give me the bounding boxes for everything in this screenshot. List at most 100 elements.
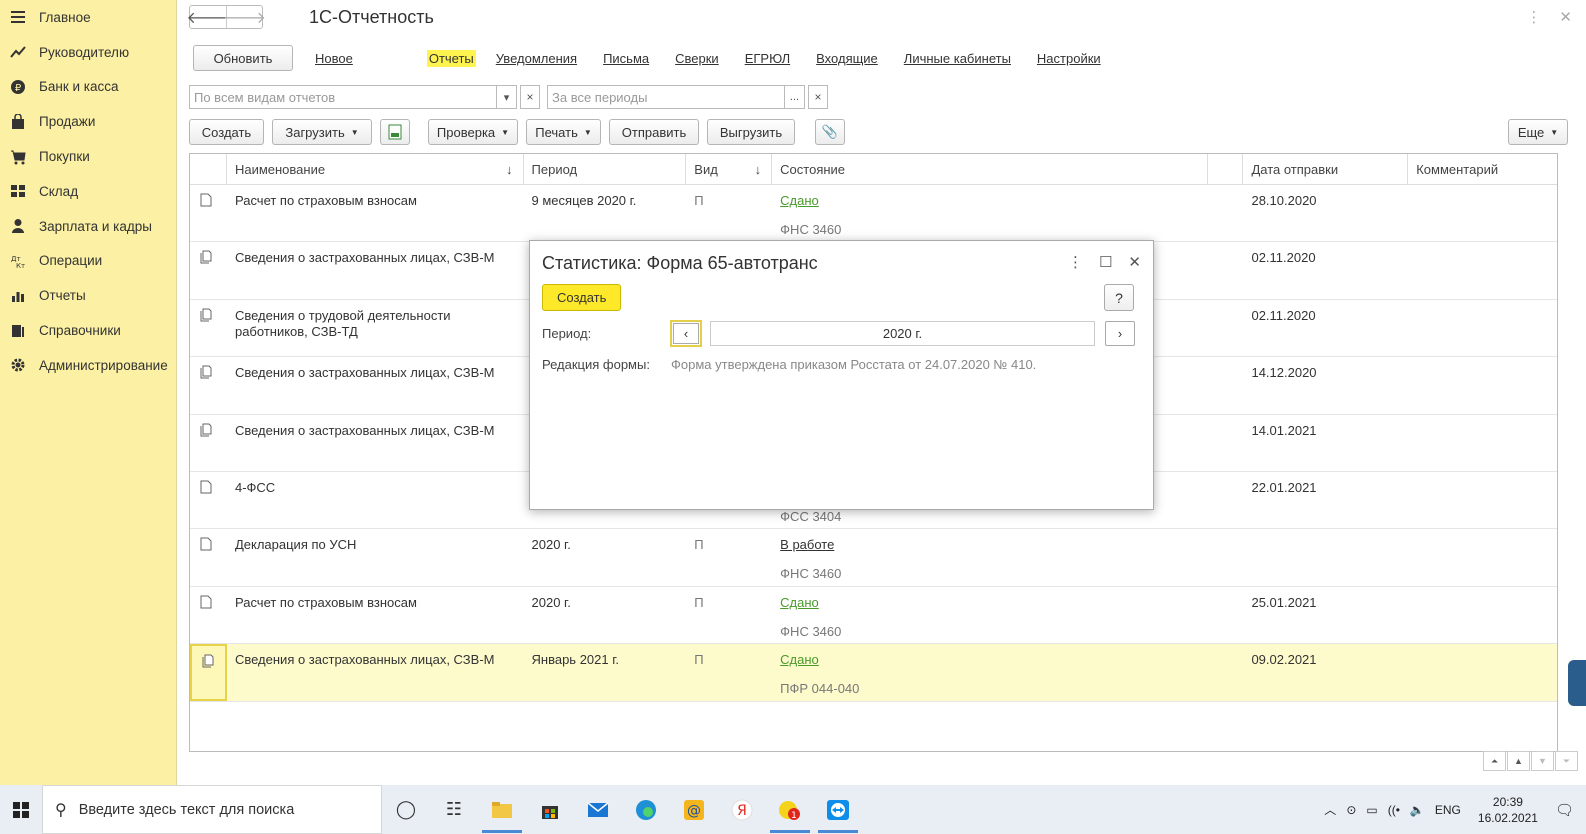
mail-icon[interactable] (574, 785, 622, 834)
chevron-right-icon[interactable]: › (1105, 321, 1135, 346)
status-link[interactable]: Сдано (780, 193, 819, 208)
clock[interactable]: 20:39 16.02.2021 (1478, 794, 1538, 826)
table-row-selected[interactable]: Сведения о застрахованных лицах, СЗВ-М Я… (190, 644, 1557, 702)
period-field[interactable]: 2020 г. (710, 321, 1095, 346)
search-icon: ⚲ (55, 801, 67, 819)
table-row[interactable]: Декларация по УСН 2020 г. П В работе ФНС … (190, 529, 1557, 587)
sidebar-item-references[interactable]: Справочники (0, 313, 176, 348)
header-comment[interactable]: Комментарий (1408, 154, 1557, 184)
sidebar-item-label: Операции (39, 253, 103, 269)
period-filter[interactable]: За все периоды (547, 85, 785, 109)
header-type[interactable]: Вид ↓ (686, 154, 773, 184)
more-vertical-icon[interactable]: ⋮ (1526, 8, 1541, 26)
chevron-up-icon[interactable]: ︿ (1324, 801, 1336, 818)
tab-reconciliations[interactable]: Сверки (673, 50, 721, 67)
sidebar-item-purchases[interactable]: Покупки (0, 139, 176, 174)
close-icon[interactable]: ✕ (1559, 8, 1572, 26)
maximize-icon[interactable]: ☐ (1099, 253, 1112, 271)
sidebar-item-bank[interactable]: ₽ Банк и касса (0, 70, 176, 105)
tab-settings[interactable]: Настройки (1035, 50, 1103, 67)
paperclip-icon[interactable]: 📎 (815, 119, 845, 145)
webcam-icon[interactable]: ⊙ (1346, 803, 1356, 817)
edge-browser-icon[interactable] (622, 785, 670, 834)
header-name[interactable]: Наименование ↓ (227, 154, 524, 184)
notification-icon[interactable]: 🗨 (1555, 801, 1574, 819)
mail-at-icon[interactable]: @ (670, 785, 718, 834)
sidebar-item-warehouse[interactable]: Склад (0, 174, 176, 209)
more-button[interactable]: Еще ▼ (1508, 119, 1568, 145)
create-button[interactable]: Создать (189, 119, 264, 145)
tab-new[interactable]: Новое (313, 50, 355, 67)
1c-app-icon[interactable]: 1 (766, 785, 814, 834)
status-link[interactable]: Сдано (780, 595, 819, 610)
forward-arrow-icon[interactable]: 🡒 (223, 6, 266, 28)
sidebar-item-admin[interactable]: Администрирование (0, 348, 176, 383)
check-button[interactable]: Проверка ▼ (428, 119, 518, 145)
tab-egrul[interactable]: ЕГРЮЛ (743, 50, 792, 67)
row-date (1243, 529, 1408, 585)
file-explorer-icon[interactable] (478, 785, 526, 834)
scroll-down-icon[interactable]: ▼ (1531, 751, 1554, 771)
scroll-bottom-icon[interactable]: ⏷ (1555, 751, 1578, 771)
more-vertical-icon[interactable]: ⋮ (1068, 253, 1083, 271)
clear-report-type-button[interactable]: × (520, 85, 540, 109)
taskbar-search[interactable]: ⚲ Введите здесь текст для поиска (42, 785, 382, 834)
wifi-icon[interactable]: ((• (1388, 803, 1400, 817)
scroll-top-icon[interactable]: ⏶ (1483, 751, 1506, 771)
header-status[interactable]: Состояние (772, 154, 1208, 184)
yandex-browser-icon[interactable]: Я (718, 785, 766, 834)
period-select-button[interactable]: ... (785, 85, 805, 109)
report-type-filter[interactable]: По всем видам отчетов (189, 85, 497, 109)
teamviewer-icon[interactable] (814, 785, 862, 834)
tab-letters[interactable]: Письма (601, 50, 651, 67)
excel-icon[interactable] (380, 119, 410, 145)
clear-period-button[interactable]: × (808, 85, 828, 109)
print-button[interactable]: Печать ▼ (526, 119, 601, 145)
tab-reports[interactable]: Отчеты (426, 49, 476, 67)
sidebar-item-label: Администрирование (39, 357, 168, 373)
sidebar-item-operations[interactable]: Дт Кт Операции (0, 244, 176, 279)
header-period[interactable]: Период (524, 154, 687, 184)
row-empty (1208, 357, 1244, 413)
dialog-create-button[interactable]: Создать (542, 284, 622, 311)
tab-incoming[interactable]: Входящие (814, 50, 880, 67)
sidebar-item-manager[interactable]: Руководителю (0, 35, 176, 70)
document-stack-icon (190, 357, 227, 413)
side-panel-tab[interactable] (1568, 660, 1586, 706)
tab-personal-accounts[interactable]: Личные кабинеты (902, 50, 1013, 67)
send-button[interactable]: Отправить (609, 119, 699, 145)
table-row[interactable]: Расчет по страховым взносам 2020 г. П Сд… (190, 587, 1557, 645)
table-header: Наименование ↓ Период Вид ↓ Состояние Дата… (190, 154, 1557, 185)
help-button[interactable]: ? (1104, 284, 1134, 311)
store-icon[interactable] (526, 785, 574, 834)
row-empty (1208, 587, 1244, 643)
edition-value: Форма утверждена приказом Росстата от 24… (671, 357, 1037, 372)
widgets-icon[interactable]: ☷ (430, 785, 478, 834)
header-sent-date[interactable]: Дата отправки (1243, 154, 1409, 184)
sidebar-item-main[interactable]: Главное (0, 0, 176, 35)
windows-taskbar: ⚲ Введите здесь текст для поиска ◯ ☷ @ Я … (0, 785, 1586, 834)
status-link[interactable]: В работе (780, 537, 834, 552)
language-indicator[interactable]: ENG (1435, 803, 1461, 817)
volume-icon[interactable]: 🔈 (1410, 803, 1425, 817)
period-prev-button[interactable]: ‹ (670, 320, 702, 347)
sidebar-item-reports[interactable]: Отчеты (0, 278, 176, 313)
scroll-up-icon[interactable]: ▲ (1507, 751, 1530, 771)
close-icon[interactable]: ✕ (1128, 253, 1141, 271)
status-link[interactable]: Сдано (780, 652, 819, 667)
export-button[interactable]: Выгрузить (707, 119, 795, 145)
load-button[interactable]: Загрузить ▼ (272, 119, 372, 145)
table-row[interactable]: Расчет по страховым взносам 9 месяцев 20… (190, 185, 1557, 243)
load-label: Загрузить (285, 124, 345, 140)
row-name: Сведения о застрахованных лицах, СЗВ-М (234, 422, 495, 438)
chevron-down-icon[interactable]: ▾ (497, 85, 517, 109)
refresh-button[interactable]: Обновить (193, 45, 293, 71)
sidebar-item-sales[interactable]: Продажи (0, 104, 176, 139)
battery-icon[interactable]: ▭ (1366, 803, 1377, 817)
task-view-icon[interactable]: ◯ (382, 785, 430, 834)
sidebar-item-salary[interactable]: Зарплата и кадры (0, 209, 176, 244)
back-arrow-icon[interactable]: 🡐 (187, 6, 230, 28)
tab-notifications[interactable]: Уведомления (494, 50, 579, 67)
windows-start-icon[interactable] (0, 785, 42, 834)
row-empty (1208, 472, 1244, 528)
